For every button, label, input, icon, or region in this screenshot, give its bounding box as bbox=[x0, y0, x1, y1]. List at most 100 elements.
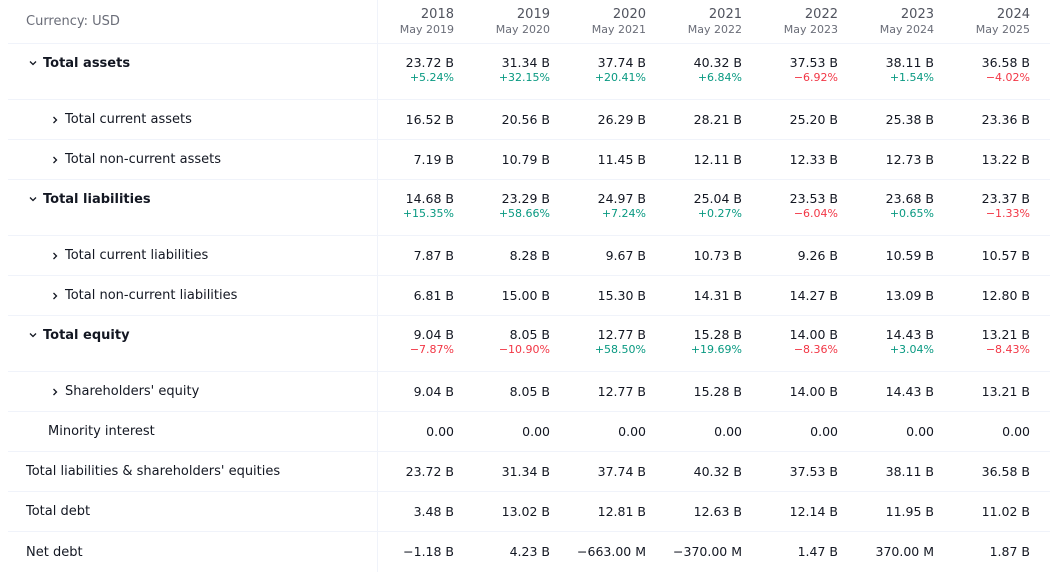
cell-value: 36.58 B bbox=[981, 463, 1030, 479]
currency-label: Currency: USD bbox=[8, 0, 378, 43]
value-cell: 9.26 B bbox=[762, 236, 858, 275]
chevron-down-icon[interactable] bbox=[26, 328, 40, 342]
row-minority-interest: Minority interest 0.00 0.00 0.00 0.00 0.… bbox=[8, 412, 1050, 452]
cell-value: −370.00 M bbox=[673, 544, 742, 559]
cell-value: 11.02 B bbox=[981, 503, 1030, 519]
value-cell: 370.00 M bbox=[858, 532, 954, 572]
row-total-equity[interactable]: Total equity 9.04 B −7.87% 8.05 B −10.90% … bbox=[8, 316, 1050, 372]
row-total-assets[interactable]: Total assets 23.72 B +5.24% 31.34 B +32.15… bbox=[8, 44, 1050, 100]
value-cell: 8.05 B bbox=[474, 372, 570, 411]
cell-value: 10.73 B bbox=[693, 247, 742, 263]
cell-value: 23.53 B bbox=[789, 191, 838, 206]
chevron-down-icon[interactable] bbox=[26, 56, 40, 70]
cell-value: 23.36 B bbox=[981, 111, 1030, 127]
cell-value: 15.00 B bbox=[501, 287, 550, 303]
cell-change: +7.24% bbox=[601, 207, 646, 220]
cell-value: 0.00 bbox=[618, 423, 646, 439]
value-cell: 12.73 B bbox=[858, 140, 954, 179]
cell-value: 25.04 B bbox=[693, 191, 742, 206]
row-total-current-liabilities[interactable]: Total current liabilities 7.87 B 8.28 B … bbox=[8, 236, 1050, 276]
cell-value: 38.11 B bbox=[885, 463, 934, 479]
value-cell: 14.43 B +3.04% bbox=[858, 316, 954, 371]
cell-change: −4.02% bbox=[985, 71, 1030, 84]
cell-value: 40.32 B bbox=[693, 463, 742, 479]
cell-value: 9.04 B bbox=[413, 327, 454, 342]
value-cell: 0.00 bbox=[474, 412, 570, 451]
row-label-cell[interactable]: Total current assets bbox=[8, 100, 378, 139]
cell-value: 3.48 B bbox=[413, 503, 454, 519]
cell-value: 12.33 B bbox=[789, 151, 838, 167]
cell-change: −8.43% bbox=[985, 343, 1030, 356]
value-cell: 13.21 B −8.43% bbox=[954, 316, 1050, 371]
row-label-cell[interactable]: Total equity bbox=[8, 316, 378, 371]
value-cell: 37.74 B +20.41% bbox=[570, 44, 666, 99]
value-cell: 25.38 B bbox=[858, 100, 954, 139]
chevron-right-icon[interactable] bbox=[48, 153, 62, 167]
value-cell: 15.28 B +19.69% bbox=[666, 316, 762, 371]
value-cell: 10.79 B bbox=[474, 140, 570, 179]
cell-value: 37.74 B bbox=[597, 55, 646, 70]
row-net-debt: Net debt −1.18 B 4.23 B −663.00 M −370.0… bbox=[8, 532, 1050, 572]
row-total-non-current-liabilities[interactable]: Total non-current liabilities 6.81 B 15.… bbox=[8, 276, 1050, 316]
value-cell: 37.53 B −6.92% bbox=[762, 44, 858, 99]
cell-value: 12.73 B bbox=[885, 151, 934, 167]
column-period: May 2022 bbox=[687, 22, 742, 36]
value-cell: 15.00 B bbox=[474, 276, 570, 315]
value-cell: 14.27 B bbox=[762, 276, 858, 315]
cell-change: +6.84% bbox=[697, 71, 742, 84]
cell-value: 12.81 B bbox=[597, 503, 646, 519]
cell-change: +5.24% bbox=[409, 71, 454, 84]
column-year: 2018 bbox=[420, 6, 454, 22]
row-label-cell[interactable]: Total assets bbox=[8, 44, 378, 99]
cell-change: −6.92% bbox=[793, 71, 838, 84]
value-cell: 0.00 bbox=[378, 412, 474, 451]
cell-change: +3.04% bbox=[889, 343, 934, 356]
row-label-cell[interactable]: Total non-current assets bbox=[8, 140, 378, 179]
cell-value: 15.28 B bbox=[693, 383, 742, 399]
cell-value: 12.63 B bbox=[693, 503, 742, 519]
chevron-right-icon[interactable] bbox=[48, 249, 62, 263]
value-cell: 24.97 B +7.24% bbox=[570, 180, 666, 235]
row-label-cell: Total debt bbox=[8, 492, 378, 531]
value-cell: 11.95 B bbox=[858, 492, 954, 531]
cell-value: 12.77 B bbox=[597, 327, 646, 342]
cell-change: +19.69% bbox=[690, 343, 742, 356]
column-year: 2021 bbox=[708, 6, 742, 22]
row-label-cell[interactable]: Total non-current liabilities bbox=[8, 276, 378, 315]
chevron-right-icon[interactable] bbox=[48, 289, 62, 303]
row-total-liabilities[interactable]: Total liabilities 14.68 B +15.35% 23.29 B… bbox=[8, 180, 1050, 236]
row-shareholders-equity[interactable]: Shareholders' equity 9.04 B 8.05 B 12.77… bbox=[8, 372, 1050, 412]
column-period: May 2019 bbox=[399, 22, 454, 36]
row-label: Total current assets bbox=[65, 112, 192, 127]
value-cell: 6.81 B bbox=[378, 276, 474, 315]
row-label-cell[interactable]: Total liabilities bbox=[8, 180, 378, 235]
cell-value: 37.53 B bbox=[789, 463, 838, 479]
value-cell: 1.47 B bbox=[762, 532, 858, 572]
row-label: Minority interest bbox=[48, 424, 155, 439]
value-cell: 38.11 B +1.54% bbox=[858, 44, 954, 99]
cell-value: 14.00 B bbox=[789, 327, 838, 342]
row-label-cell[interactable]: Total current liabilities bbox=[8, 236, 378, 275]
cell-value: 15.30 B bbox=[597, 287, 646, 303]
cell-value: 10.57 B bbox=[981, 247, 1030, 263]
value-cell: 9.04 B −7.87% bbox=[378, 316, 474, 371]
cell-value: 0.00 bbox=[906, 423, 934, 439]
chevron-right-icon[interactable] bbox=[48, 385, 62, 399]
cell-value: −663.00 M bbox=[577, 544, 646, 559]
cell-value: 14.43 B bbox=[885, 327, 934, 342]
cell-value: 37.74 B bbox=[597, 463, 646, 479]
cell-value: 23.29 B bbox=[501, 191, 550, 206]
value-cell: 36.58 B −4.02% bbox=[954, 44, 1050, 99]
value-cell: 31.34 B bbox=[474, 452, 570, 491]
row-total-non-current-assets[interactable]: Total non-current assets 7.19 B 10.79 B … bbox=[8, 140, 1050, 180]
row-total-current-assets[interactable]: Total current assets 16.52 B 20.56 B 26.… bbox=[8, 100, 1050, 140]
row-label-cell[interactable]: Shareholders' equity bbox=[8, 372, 378, 411]
cell-change: −6.04% bbox=[793, 207, 838, 220]
value-cell: 14.00 B −8.36% bbox=[762, 316, 858, 371]
value-cell: 12.81 B bbox=[570, 492, 666, 531]
chevron-right-icon[interactable] bbox=[48, 113, 62, 127]
cell-change: +58.66% bbox=[498, 207, 550, 220]
value-cell: 37.74 B bbox=[570, 452, 666, 491]
value-cell: 12.77 B bbox=[570, 372, 666, 411]
chevron-down-icon[interactable] bbox=[26, 192, 40, 206]
